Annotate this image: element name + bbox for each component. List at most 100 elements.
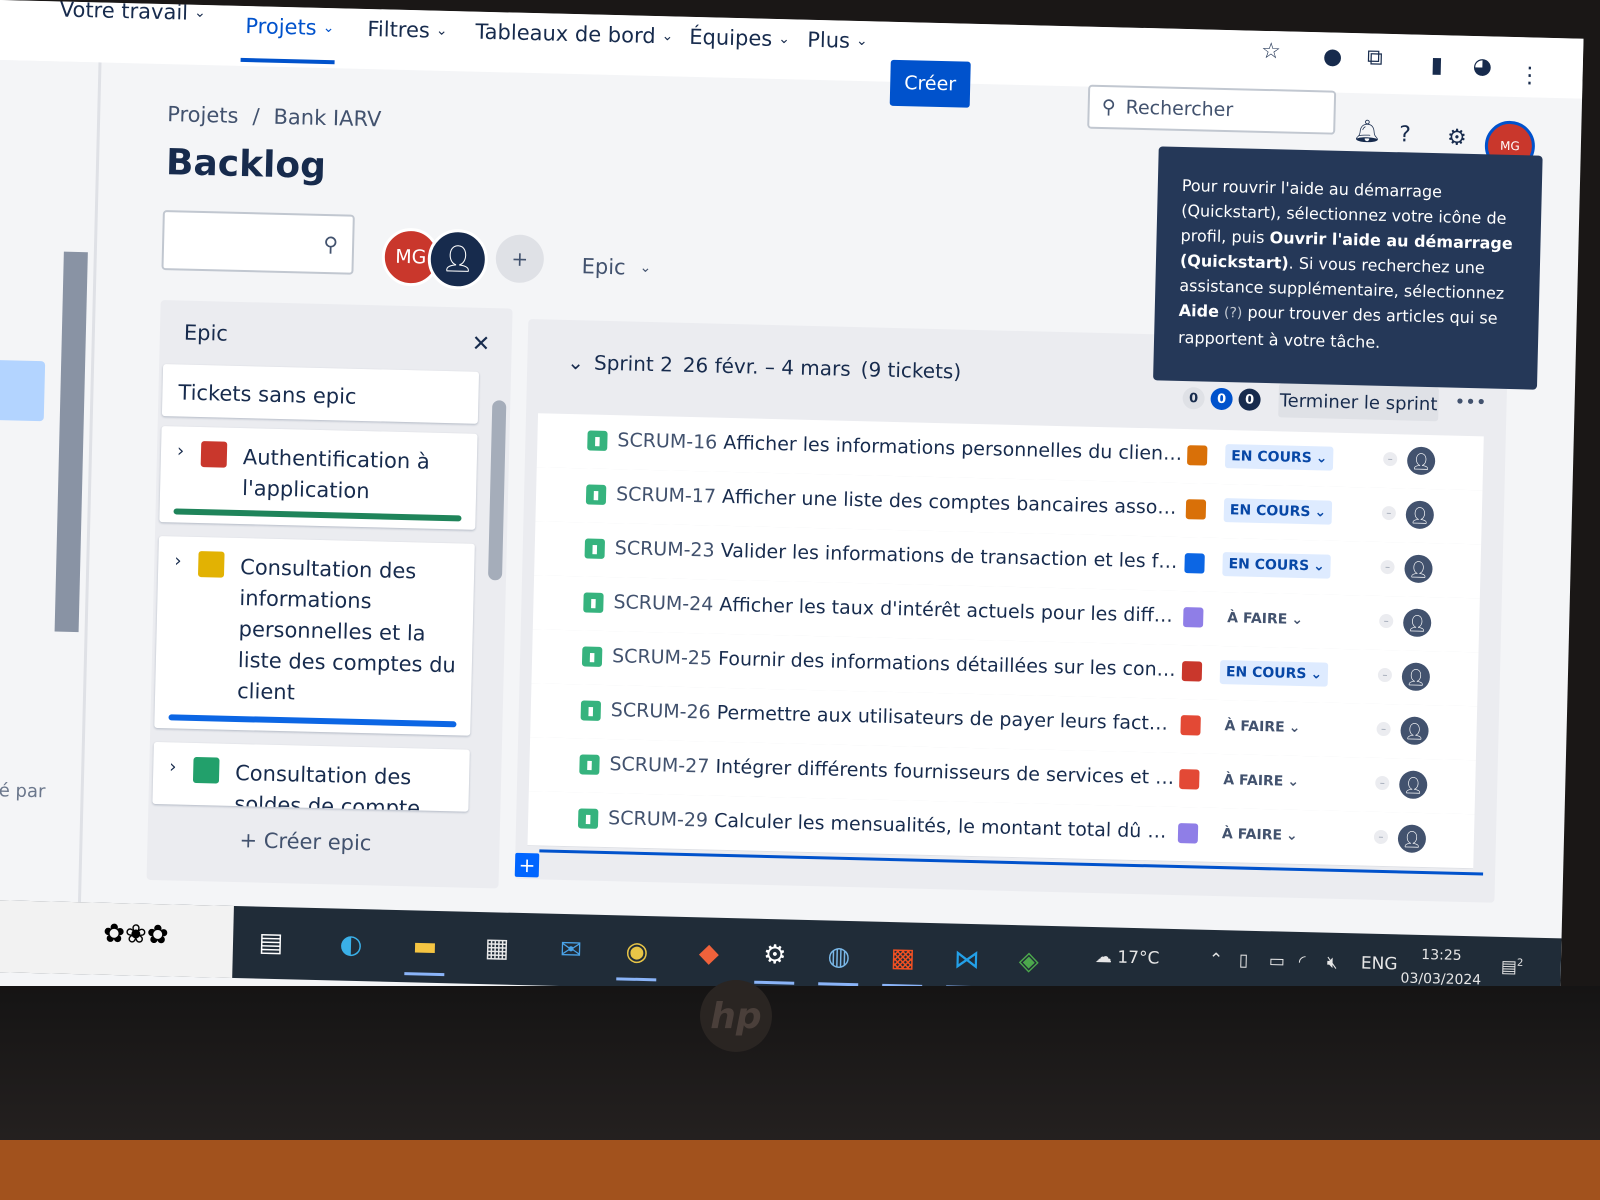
- estimate-badge[interactable]: –: [1375, 775, 1390, 791]
- settings-gear-icon[interactable]: ⚙: [1447, 125, 1467, 150]
- help-icon[interactable]: ?: [1399, 122, 1411, 147]
- mongodb-compass-icon[interactable]: ◈: [1008, 941, 1049, 982]
- language-indicator[interactable]: ENG: [1361, 954, 1398, 975]
- status-dropdown[interactable]: À FAIRE ⌄: [1217, 767, 1306, 795]
- nav-teams[interactable]: Équipes ⌄: [689, 25, 790, 51]
- epic-color-swatch: [200, 441, 228, 468]
- close-icon[interactable]: ✕: [471, 332, 490, 357]
- puzzle-icon[interactable]: ⧉: [1367, 45, 1383, 70]
- add-people-icon[interactable]: +: [495, 234, 545, 284]
- taskbar-widget-area[interactable]: ✿❀✿: [0, 899, 234, 978]
- issue-key[interactable]: SCRUM-27: [609, 753, 709, 777]
- issue-key[interactable]: SCRUM-24: [613, 591, 713, 615]
- sidebar-toggle-icon[interactable]: ▮: [1431, 53, 1444, 78]
- estimate-badge[interactable]: –: [1381, 505, 1397, 521]
- status-dropdown[interactable]: EN COURS ⌄: [1224, 444, 1334, 471]
- status-dropdown[interactable]: À FAIRE ⌄: [1215, 821, 1305, 849]
- brave-browser-icon[interactable]: ◆: [688, 933, 729, 974]
- estimate-badge[interactable]: –: [1379, 613, 1394, 629]
- issue-key[interactable]: SCRUM-26: [611, 699, 711, 723]
- file-explorer-icon[interactable]: ▬: [405, 926, 446, 967]
- vscode-icon[interactable]: ⋈: [946, 939, 987, 980]
- assignee-avatar-icon[interactable]: 👤︎: [1400, 716, 1429, 746]
- flowers-widget-icon[interactable]: ✿❀✿: [103, 919, 169, 951]
- notifications-icon[interactable]: 🔔︎: [1353, 119, 1382, 145]
- breadcrumb-project[interactable]: Bank IARV: [273, 105, 381, 132]
- status-dropdown[interactable]: EN COURS ⌄: [1222, 552, 1332, 579]
- assignee-avatar-icon[interactable]: 👤︎: [1397, 824, 1427, 854]
- status-label: À FAIRE: [1227, 610, 1288, 628]
- estimate-badge[interactable]: –: [1383, 451, 1398, 467]
- tray-chevron-up-icon[interactable]: ⌃: [1209, 950, 1224, 970]
- status-dropdown[interactable]: EN COURS ⌄: [1219, 660, 1329, 687]
- issue-summary: Afficher une liste des comptes bancaires…: [721, 485, 1183, 520]
- globe-app-icon[interactable]: ◍: [818, 936, 859, 977]
- browser-profile-icon[interactable]: ◕: [1473, 54, 1493, 79]
- backlog-search-input[interactable]: ⚲: [161, 210, 355, 275]
- sidebar-scrollbar[interactable]: [54, 251, 88, 633]
- settings-icon[interactable]: ⚙: [754, 935, 795, 976]
- nav-your-work[interactable]: Votre travail ⌄: [59, 0, 206, 25]
- create-issue-plus-icon[interactable]: +: [514, 852, 540, 878]
- epic-item-no-epic[interactable]: Tickets sans epic: [161, 364, 480, 424]
- microsoft-store-icon[interactable]: ▦: [476, 928, 517, 969]
- end-sprint-button[interactable]: Terminer le sprint: [1278, 383, 1439, 422]
- estimate-badge[interactable]: –: [1373, 829, 1389, 845]
- assignee-avatar-icon[interactable]: 👤︎: [1404, 554, 1433, 584]
- estimate-badge[interactable]: –: [1376, 721, 1391, 737]
- epic-color-swatch: [1183, 607, 1204, 628]
- create-button[interactable]: Créer: [889, 59, 971, 108]
- nav-filters[interactable]: Filtres ⌄: [367, 17, 448, 43]
- sprint-header[interactable]: ⌄ Sprint 2 26 févr. – 4 mars (9 tickets): [567, 350, 961, 384]
- chevron-right-icon[interactable]: ›: [169, 756, 177, 777]
- story-icon: ▮: [584, 538, 606, 559]
- assignee-avatar-icon[interactable]: 👤︎: [1405, 500, 1435, 530]
- notification-center-icon[interactable]: ▤2: [1501, 957, 1524, 978]
- more-actions-icon[interactable]: •••: [1454, 392, 1486, 414]
- epic-item[interactable]: › Consultation des informations personne…: [154, 536, 475, 736]
- create-epic-button[interactable]: + Créer epic: [239, 828, 371, 855]
- edge-browser-icon[interactable]: ◐: [331, 924, 372, 965]
- wifi-icon[interactable]: ◜: [1299, 952, 1306, 972]
- chrome-browser-icon[interactable]: ◉: [616, 931, 657, 972]
- issue-key[interactable]: SCRUM-17: [616, 483, 716, 507]
- sidebar-selected-item[interactable]: [0, 359, 46, 422]
- issue-summary: Afficher les taux d'intérêt actuels pour…: [719, 593, 1180, 627]
- assignee-avatar-icon[interactable]: 👤︎: [1398, 770, 1428, 800]
- breadcrumb-projects[interactable]: Projets: [167, 102, 239, 128]
- nav-dashboards[interactable]: Tableaux de bord ⌄: [475, 20, 674, 49]
- assignee-avatar-icon[interactable]: 👤︎: [1401, 662, 1431, 692]
- volume-muted-icon[interactable]: 🔇︎: [1327, 953, 1338, 973]
- issue-key[interactable]: SCRUM-23: [615, 537, 715, 561]
- chevron-right-icon[interactable]: ›: [174, 550, 182, 571]
- battery-icon[interactable]: ▭: [1269, 951, 1286, 971]
- assignee-avatar-icon[interactable]: 👤︎: [1402, 608, 1432, 638]
- estimate-badge[interactable]: –: [1380, 559, 1395, 575]
- assignee-avatar-icon[interactable]: 👤︎: [1406, 446, 1436, 476]
- clock[interactable]: 13:25 03/03/2024: [1400, 943, 1482, 993]
- extension-icon[interactable]: ●: [1323, 44, 1343, 69]
- mail-icon[interactable]: ✉: [550, 930, 591, 971]
- chevron-right-icon[interactable]: ›: [177, 440, 185, 461]
- issue-key[interactable]: SCRUM-16: [617, 429, 717, 453]
- task-view-icon[interactable]: ▤: [251, 922, 292, 963]
- bookmark-star-icon[interactable]: ☆: [1261, 39, 1281, 64]
- epic-item[interactable]: › Consultation des soldes de compte: [152, 741, 470, 812]
- avatar-filter-user-icon[interactable]: 👤︎: [427, 228, 489, 290]
- issue-key[interactable]: SCRUM-25: [612, 645, 712, 669]
- epic-item[interactable]: › Authentification à l'application: [159, 426, 478, 530]
- nav-projects[interactable]: Projets ⌄: [245, 14, 335, 40]
- nav-more[interactable]: Plus ⌄: [807, 28, 868, 53]
- issue-key[interactable]: SCRUM-29: [608, 807, 708, 831]
- status-dropdown[interactable]: EN COURS ⌄: [1223, 498, 1333, 525]
- epic-filter-dropdown[interactable]: Epic ⌄: [581, 254, 651, 280]
- status-dropdown[interactable]: À FAIRE ⌄: [1218, 713, 1307, 741]
- estimate-badge[interactable]: –: [1377, 667, 1393, 683]
- browser-menu-icon[interactable]: ⋮: [1518, 63, 1541, 89]
- office-app-icon[interactable]: ▩: [882, 938, 923, 979]
- status-dropdown[interactable]: À FAIRE ⌄: [1220, 606, 1310, 633]
- chevron-down-icon[interactable]: ⌄: [567, 350, 584, 374]
- search-input[interactable]: ⚲ Rechercher: [1087, 84, 1337, 135]
- tray-device-icon[interactable]: ▯: [1239, 951, 1249, 971]
- weather-widget[interactable]: ☁ 17°C: [1095, 947, 1160, 969]
